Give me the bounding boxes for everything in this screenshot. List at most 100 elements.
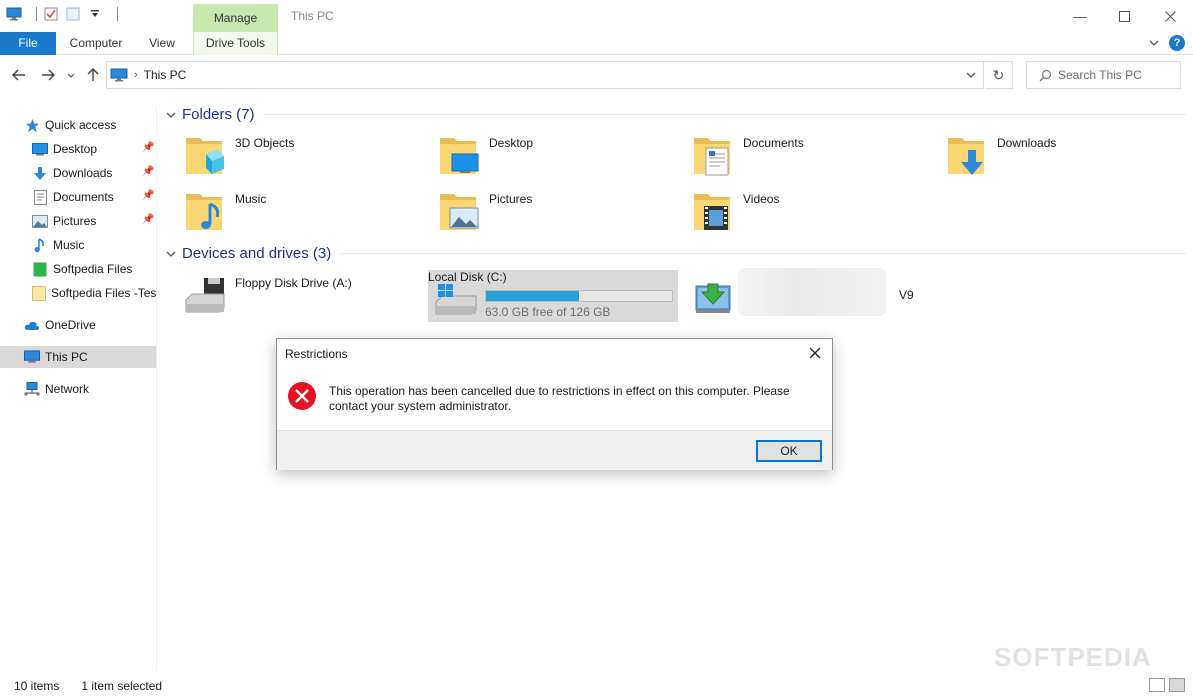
- title-bar: Manage This PC —: [0, 0, 1193, 32]
- arrow-up-icon: [87, 68, 99, 81]
- folder-label: 3D Objects: [235, 136, 295, 150]
- new-folder-icon[interactable]: [65, 6, 81, 22]
- sidebar-item-network[interactable]: Network: [0, 378, 156, 400]
- folder-music[interactable]: Music: [164, 186, 414, 238]
- sidebar-item-music[interactable]: Music: [0, 234, 156, 256]
- floppy-drive-icon: [185, 278, 225, 313]
- status-bar: 10 items 1 item selected: [0, 674, 1193, 697]
- sidebar-item-label: Desktop: [53, 142, 98, 156]
- sidebar-item-quick-access[interactable]: Quick access: [0, 114, 156, 136]
- star-icon: [24, 117, 40, 133]
- address-bar[interactable]: › This PC: [106, 61, 984, 89]
- documents-folder-icon: [694, 138, 730, 176]
- up-button[interactable]: [82, 64, 104, 86]
- sidebar-item-softpedia-files-test[interactable]: Softpedia Files -Test: [0, 282, 157, 304]
- tab-manage[interactable]: Manage: [193, 4, 278, 32]
- ok-button[interactable]: OK: [756, 440, 822, 462]
- dialog-close-button[interactable]: [798, 339, 832, 367]
- sidebar-item-this-pc[interactable]: This PC: [0, 346, 156, 368]
- tab-file[interactable]: File: [0, 32, 56, 55]
- tab-computer[interactable]: Computer: [62, 32, 130, 55]
- refresh-icon: ↻: [992, 66, 1005, 83]
- sidebar-item-downloads[interactable]: Downloads 📌: [0, 162, 156, 184]
- sidebar-item-label: Quick access: [45, 118, 117, 132]
- properties-icon[interactable]: [43, 6, 59, 22]
- view-switcher: [1149, 678, 1185, 692]
- videos-folder-icon: [694, 194, 730, 230]
- sidebar-item-desktop[interactable]: Desktop 📌: [0, 138, 156, 160]
- folder-documents[interactable]: Documents: [672, 130, 922, 182]
- sidebar-item-label: Softpedia Files -Test: [51, 286, 157, 300]
- customize-toolbar-icon[interactable]: [87, 6, 103, 22]
- music-icon: [32, 237, 48, 253]
- sidebar-item-label: OneDrive: [45, 318, 96, 332]
- sidebar-item-softpedia-files[interactable]: Softpedia Files: [0, 258, 156, 280]
- downloads-folder-icon: [948, 138, 984, 175]
- sidebar-item-label: This PC: [45, 350, 88, 364]
- sidebar-item-documents[interactable]: Documents 📌: [0, 186, 156, 208]
- minimize-button[interactable]: —: [1057, 0, 1103, 32]
- toolbar-divider: [117, 7, 118, 21]
- breadcrumb-separator-icon: ›: [134, 69, 138, 81]
- drive-label-fragment: V9: [899, 288, 914, 302]
- folder-label: Pictures: [489, 192, 533, 206]
- sidebar-item-pictures[interactable]: Pictures 📌: [0, 210, 156, 232]
- computer-icon[interactable]: [6, 6, 22, 22]
- search-icon: [1039, 69, 1052, 82]
- arrow-right-icon: [42, 69, 55, 81]
- drive-floppy[interactable]: Floppy Disk Drive (A:): [164, 270, 414, 322]
- sidebar-item-label: Pictures: [53, 214, 97, 228]
- search-input[interactable]: [1058, 68, 1168, 82]
- pin-icon[interactable]: 📌: [142, 142, 154, 153]
- close-window-button[interactable]: [1147, 0, 1193, 32]
- back-button[interactable]: [8, 64, 30, 86]
- drive-usage-fill: [486, 291, 579, 301]
- pin-icon[interactable]: 📌: [142, 214, 154, 225]
- refresh-button[interactable]: ↻: [985, 61, 1013, 89]
- sidebar-item-onedrive[interactable]: OneDrive: [0, 314, 156, 336]
- chevron-down-icon: [966, 72, 976, 78]
- drive-usage-bar: [485, 290, 673, 302]
- selection-count: 1 item selected: [81, 678, 163, 693]
- folder-label: Downloads: [997, 136, 1057, 150]
- forward-button[interactable]: [37, 64, 59, 86]
- chevron-down-icon: [166, 109, 176, 121]
- folders-group-header[interactable]: Folders (7): [166, 106, 1186, 123]
- expand-ribbon-icon[interactable]: [1149, 36, 1159, 50]
- drive-label: Floppy Disk Drive (A:): [235, 276, 352, 290]
- folder-label: Videos: [743, 192, 780, 206]
- music-folder-icon: [186, 194, 222, 230]
- dialog-footer: OK: [277, 430, 832, 470]
- ribbon-tabs: File Computer View Drive Tools ?: [0, 32, 1193, 55]
- devices-group-header[interactable]: Devices and drives (3): [166, 245, 1186, 262]
- tab-view[interactable]: View: [142, 32, 182, 55]
- restrictions-dialog: Restrictions This operation has been can…: [276, 338, 833, 470]
- search-box[interactable]: [1026, 61, 1181, 89]
- desktop-folder-icon: [440, 138, 479, 174]
- tab-drive-tools[interactable]: Drive Tools: [193, 32, 278, 55]
- recent-locations-button[interactable]: [62, 64, 80, 86]
- sidebar-item-label: Music: [53, 238, 85, 252]
- folder-downloads[interactable]: Downloads: [926, 130, 1176, 182]
- breadcrumb-this-pc[interactable]: This PC: [144, 68, 187, 82]
- maximize-icon: [1118, 10, 1130, 22]
- tiles-view-icon[interactable]: [1169, 678, 1185, 692]
- address-history-button[interactable]: [959, 62, 983, 88]
- blurred-drive-label: [738, 268, 886, 316]
- network-icon: [24, 381, 40, 397]
- folder-videos[interactable]: Videos: [672, 186, 922, 238]
- folder-pictures[interactable]: Pictures: [418, 186, 668, 238]
- pin-icon[interactable]: 📌: [142, 190, 154, 201]
- folder-desktop[interactable]: Desktop: [418, 130, 668, 182]
- drive-local-disk-c[interactable]: Local Disk (C:) 63.0 GB free of 126 GB: [428, 270, 678, 322]
- navigation-pane: Quick access Desktop 📌 Downloads 📌 Docum…: [0, 106, 157, 671]
- dialog-message: This operation has been cancelled due to…: [329, 384, 790, 413]
- item-count: 10 items: [14, 678, 60, 693]
- pin-icon[interactable]: 📌: [142, 166, 154, 177]
- chevron-down-icon: [166, 248, 176, 260]
- cloud-icon: [24, 317, 40, 333]
- details-view-icon[interactable]: [1149, 678, 1165, 692]
- maximize-button[interactable]: [1101, 0, 1147, 32]
- folder-3d-objects[interactable]: 3D Objects: [164, 130, 414, 182]
- help-icon[interactable]: ?: [1169, 35, 1185, 51]
